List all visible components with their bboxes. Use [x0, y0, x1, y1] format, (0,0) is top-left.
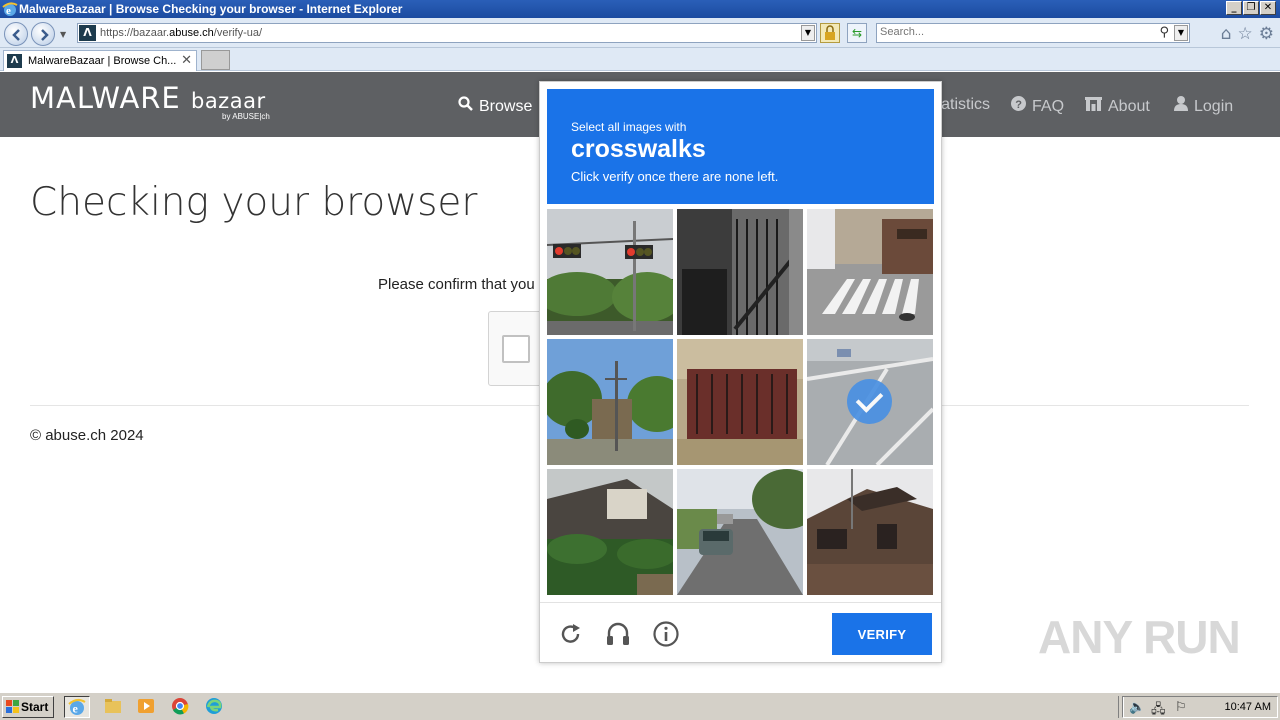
captcha-challenge: Select all images with crosswalks Click …	[539, 81, 942, 663]
action-center-flag-icon[interactable]: ⚐	[1175, 700, 1187, 715]
volume-icon[interactable]: 🔈	[1129, 700, 1145, 715]
search-icon	[458, 96, 473, 116]
address-bar-row: ▼ Λ https://bazaar.abuse.ch/verify-ua/ ▼…	[0, 18, 1280, 48]
captcha-instruction: Select all images with	[571, 120, 687, 134]
taskbar-explorer-icon[interactable]	[101, 696, 127, 718]
logo-byline: by ABUSE|ch	[222, 112, 270, 121]
headphones-icon[interactable]	[604, 620, 632, 648]
start-button[interactable]: Start	[2, 696, 54, 718]
settings-gear-icon[interactable]: ⚙	[1259, 24, 1274, 44]
question-icon: ?	[1011, 96, 1026, 116]
tab-close-icon[interactable]: ✕	[181, 53, 192, 68]
forward-button[interactable]	[31, 22, 55, 46]
captcha-checkbox[interactable]	[502, 335, 530, 363]
address-bar[interactable]: Λ https://bazaar.abuse.ch/verify-ua/ ▼	[77, 23, 817, 43]
clock[interactable]: 10:47 AM	[1225, 701, 1271, 713]
captcha-tile-house-hedge[interactable]	[547, 469, 673, 595]
window-title: MalwareBazaar | Browse Checking your bro…	[19, 2, 403, 16]
address-dropdown-icon[interactable]: ▼	[801, 25, 815, 41]
captcha-subtext: Click verify once there are none left.	[571, 169, 779, 184]
site-logo[interactable]: MALWARE bazaar	[30, 81, 266, 115]
lock-icon[interactable]	[820, 23, 840, 43]
restore-button[interactable]: ❐	[1243, 1, 1259, 15]
minimize-button[interactable]: _	[1226, 1, 1242, 15]
captcha-tile-building-staircase[interactable]	[677, 209, 803, 335]
captcha-tile-brown-house[interactable]	[807, 469, 933, 595]
site-favicon: Λ	[7, 54, 22, 68]
history-dropdown-icon[interactable]: ▼	[60, 30, 66, 39]
network-icon[interactable]: 🖧	[1151, 700, 1166, 720]
svg-text:e: e	[6, 5, 11, 17]
taskbar-edge-icon[interactable]	[202, 696, 228, 718]
captcha-tile-road-markings[interactable]	[807, 339, 933, 465]
verify-button[interactable]: VERIFY	[832, 613, 932, 655]
taskbar-media-player-icon[interactable]	[134, 696, 160, 718]
nav-about[interactable]: About	[1085, 96, 1150, 116]
system-tray: 🔈 🖧 ⚐ 10:47 AM	[1122, 696, 1278, 718]
search-dropdown-icon[interactable]: ▼	[1174, 25, 1188, 41]
copyright-text: © abuse.ch 2024	[30, 427, 144, 444]
taskbar-ie-icon[interactable]: e	[64, 696, 90, 718]
forward-arrow-icon	[41, 29, 49, 41]
refresh-icon[interactable]	[557, 620, 585, 648]
search-icon[interactable]: ⚲	[1159, 25, 1169, 40]
selected-check-icon	[847, 379, 892, 424]
captcha-tile-crosswalk-street[interactable]	[807, 209, 933, 335]
tab-label: MalwareBazaar | Browse Ch...	[28, 55, 177, 67]
taskbar-chrome-icon[interactable]	[168, 696, 194, 718]
new-tab-button[interactable]	[201, 50, 230, 70]
confirm-text: Please confirm that you	[378, 276, 535, 293]
nav-statistics[interactable]: Statistics	[942, 96, 990, 114]
search-box[interactable]: ⚲ ▼	[876, 23, 1190, 43]
close-button[interactable]: ✕	[1260, 1, 1276, 15]
captcha-tile-balcony[interactable]	[677, 339, 803, 465]
nav-browse[interactable]: Browse	[458, 96, 532, 116]
url-text[interactable]: https://bazaar.abuse.ch/verify-ua/	[100, 27, 262, 39]
site-favicon: Λ	[79, 25, 96, 41]
nav-login[interactable]: Login	[1174, 96, 1233, 116]
page-title: Checking your browser	[30, 180, 478, 225]
nav-faq[interactable]: ? FAQ	[1011, 96, 1064, 116]
window-title-bar: e MalwareBazaar | Browse Checking your b…	[0, 0, 1280, 18]
user-icon	[1174, 96, 1188, 116]
captcha-target: crosswalks	[571, 135, 706, 163]
captcha-footer: VERIFY	[540, 602, 941, 663]
favorites-star-icon[interactable]: ☆	[1238, 24, 1253, 44]
windows-flag-icon	[6, 700, 19, 713]
svg-text:?: ?	[1015, 99, 1022, 111]
anyrun-watermark: ANY RUN	[1038, 611, 1241, 663]
search-input[interactable]	[880, 26, 1150, 38]
home-icon[interactable]: ⌂	[1221, 24, 1232, 44]
internet-explorer-icon: e	[2, 2, 18, 17]
tab-row: Λ MalwareBazaar | Browse Ch... ✕	[0, 48, 1280, 71]
building-icon	[1085, 96, 1102, 116]
tab-malwarebazaar[interactable]: Λ MalwareBazaar | Browse Ch... ✕	[3, 50, 197, 71]
captcha-header: Select all images with crosswalks Click …	[547, 89, 934, 204]
svg-text:e: e	[73, 702, 79, 716]
info-icon[interactable]	[652, 620, 680, 648]
captcha-tile-street-car[interactable]	[677, 469, 803, 595]
captcha-grid	[547, 209, 934, 596]
captcha-tile-traffic-lights[interactable]	[547, 209, 673, 335]
taskbar: Start e 🔈 🖧 ⚐ 10:47 AM	[0, 692, 1280, 720]
back-arrow-icon	[12, 29, 20, 41]
back-button[interactable]	[4, 22, 28, 46]
captcha-tile-street-lamp-trees[interactable]	[547, 339, 673, 465]
refresh-icon[interactable]: ⇆	[847, 23, 867, 43]
